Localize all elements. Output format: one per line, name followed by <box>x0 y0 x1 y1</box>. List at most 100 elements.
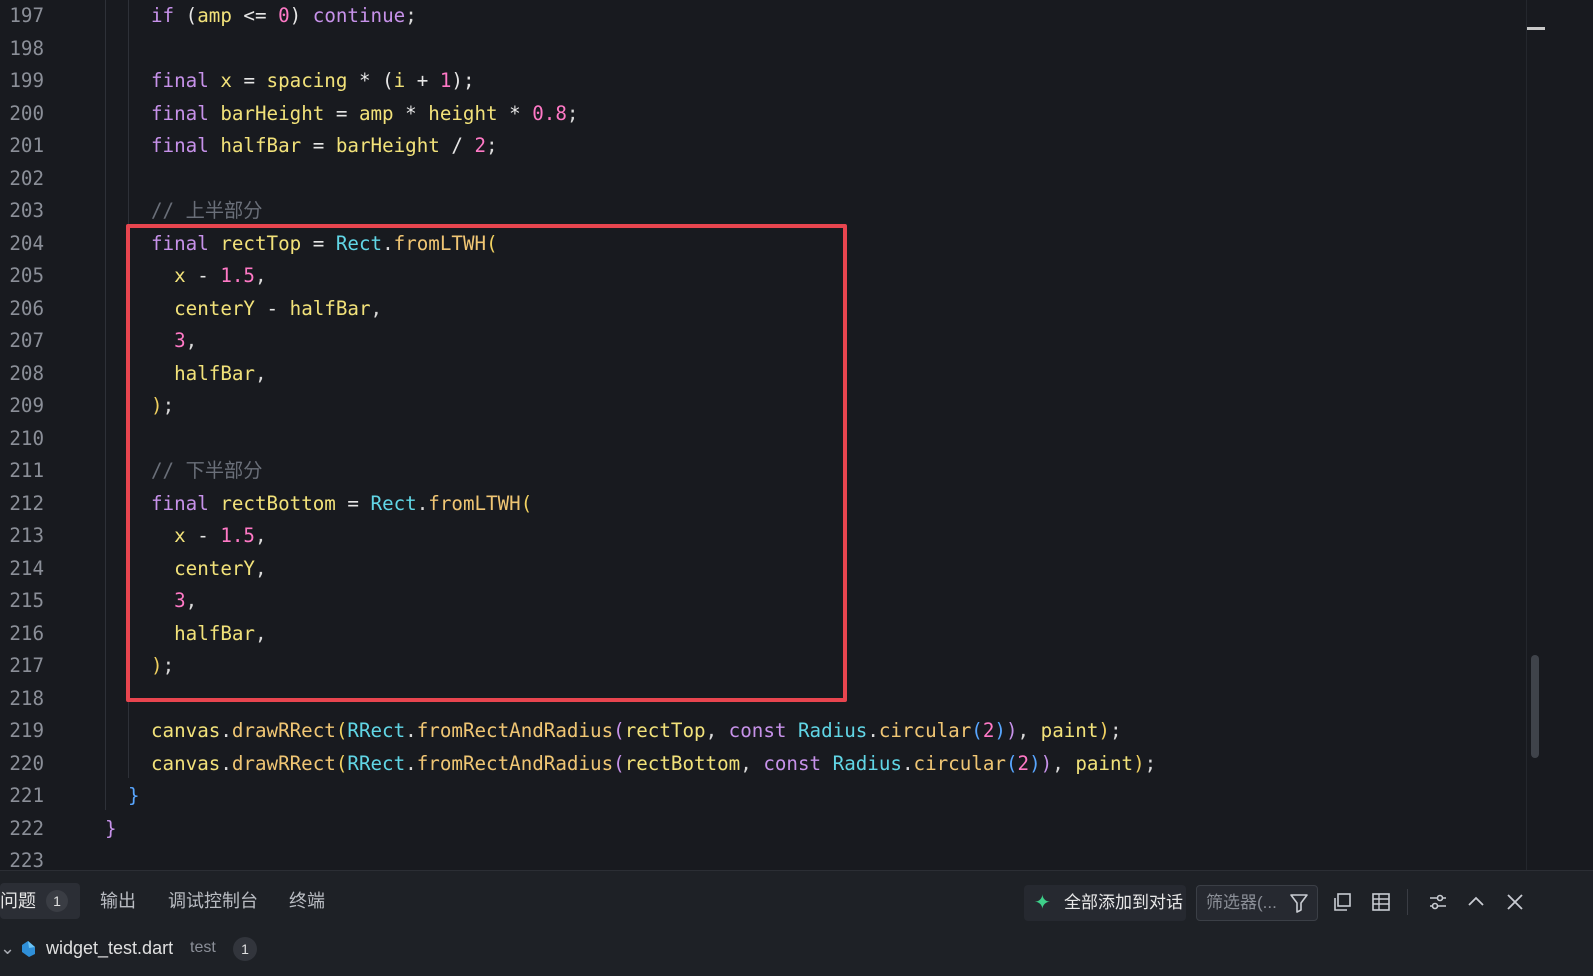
code-token: } <box>105 816 117 840</box>
code-text: final x = spacing * (i + 1); <box>151 64 475 97</box>
filter-icon[interactable] <box>1289 892 1309 914</box>
tab-problems[interactable]: 问题 1 <box>0 883 80 919</box>
code-text: final halfBar = barHeight / 2; <box>151 129 498 162</box>
line-number: 208 <box>9 361 44 385</box>
code-token: + <box>405 69 440 92</box>
problem-file-folder: test <box>190 939 216 956</box>
code-line[interactable]: 201 final halfBar = barHeight / 2; <box>0 129 1540 162</box>
filter-input[interactable]: 筛选器(... <box>1196 885 1318 921</box>
code-token: 2 <box>982 719 995 742</box>
code-token: ) <box>994 719 1006 742</box>
line-number: 205 <box>9 264 44 287</box>
code-token: // 上半部分 <box>151 199 263 222</box>
line-number: 199 <box>9 69 44 92</box>
code-line[interactable]: 221} <box>0 779 1540 812</box>
code-editor[interactable]: 197 if (amp <= 0) continue; 198 199 final x … <box>0 0 1593 885</box>
code-token: ) <box>1005 719 1018 742</box>
problem-file-name: widget_test.dart <box>46 938 174 958</box>
chevron-down-icon[interactable]: ⌄ <box>0 931 15 965</box>
code-token: . <box>867 719 879 742</box>
code-token: , <box>705 719 729 742</box>
code-line[interactable]: 200 final barHeight = amp * height * 0.8; <box>0 97 1540 130</box>
code-token: fromRectAndRadius <box>416 719 614 742</box>
problems-count-badge: 1 <box>46 890 68 912</box>
code-token: ) <box>1029 751 1041 775</box>
code-token: = <box>301 134 336 157</box>
code-token: if <box>151 4 175 27</box>
code-token: final <box>151 134 209 157</box>
tab-terminal[interactable]: 终端 <box>289 883 325 919</box>
code-line[interactable]: 219 canvas.drawRRect(RRect.fromRectAndRad… <box>0 714 1540 747</box>
vertical-scrollbar-thumb[interactable] <box>1531 655 1539 758</box>
code-token: <= <box>231 4 279 27</box>
line-number: 216 <box>9 621 44 645</box>
settings-sliders-icon[interactable] <box>1427 891 1449 913</box>
code-token: / <box>439 134 475 157</box>
code-token: RRect <box>347 751 406 775</box>
close-panel-icon[interactable] <box>1504 891 1526 913</box>
add-all-to-chat-button[interactable]: ✦ 全部添加到对话 <box>1024 885 1186 921</box>
code-line[interactable]: 222} <box>0 812 1540 845</box>
code-token: circular <box>913 751 1006 775</box>
code-line[interactable]: 203 // 上半部分 <box>0 194 1540 227</box>
code-token: . <box>901 751 914 775</box>
problem-file-row[interactable]: ⌄ widget_test.dart test 1 <box>0 931 600 965</box>
code-line[interactable]: 202 <box>0 162 1540 195</box>
toolbar-divider <box>1407 889 1408 915</box>
line-number: 212 <box>9 491 44 515</box>
code-token: paint <box>1075 751 1134 775</box>
code-line[interactable]: 220 canvas.drawRRect(RRect.fromRectAndRad… <box>0 747 1540 780</box>
code-token: ( <box>335 719 348 742</box>
code-token: drawRRect <box>231 719 336 742</box>
code-token: . <box>220 751 232 775</box>
code-token: canvas <box>151 719 221 742</box>
code-token: * ( <box>347 69 394 92</box>
code-token: final <box>151 101 209 125</box>
code-text: } <box>105 812 117 845</box>
code-token: 0 <box>278 4 290 27</box>
line-number: 202 <box>9 166 44 190</box>
code-token: ; <box>486 134 498 157</box>
tab-output[interactable]: 输出 <box>100 883 136 919</box>
code-token: height <box>428 101 498 125</box>
code-token: rectBottom <box>624 751 741 775</box>
code-token: circular <box>878 719 972 742</box>
line-number: 197 <box>9 4 44 27</box>
code-token: barHeight <box>220 101 325 125</box>
code-token: . <box>405 719 417 742</box>
code-token: ; <box>1144 751 1157 775</box>
code-token: ) <box>1133 751 1145 775</box>
code-token: , <box>1017 719 1041 742</box>
line-number: 207 <box>9 329 44 352</box>
line-number: 198 <box>9 36 44 60</box>
code-line[interactable]: 198 <box>0 32 1540 65</box>
maximize-panel-chevron-up-icon[interactable] <box>1465 891 1487 913</box>
code-token: ; <box>566 101 579 125</box>
code-token: spacing <box>266 69 348 92</box>
code-token: ); <box>451 69 475 92</box>
filter-placeholder: 筛选器(... <box>1206 893 1277 912</box>
table-view-icon[interactable] <box>1370 891 1392 913</box>
code-token: } <box>128 784 140 807</box>
code-token: ( <box>1005 751 1018 775</box>
code-token: drawRRect <box>231 751 336 775</box>
code-line[interactable]: 199 final x = spacing * (i + 1); <box>0 64 1540 97</box>
code-token: fromRectAndRadius <box>416 751 614 775</box>
code-text: canvas.drawRRect(RRect.fromRectAndRadius… <box>151 747 1156 780</box>
line-number: 201 <box>9 134 44 157</box>
code-text: // 上半部分 <box>151 194 262 227</box>
code-token: = <box>231 69 267 92</box>
line-number: 217 <box>9 654 44 677</box>
code-token: 1 <box>439 69 452 92</box>
code-token: , <box>1052 751 1076 775</box>
tab-debug-console[interactable]: 调试控制台 <box>168 883 258 919</box>
collapse-all-icon[interactable] <box>1332 891 1354 913</box>
code-token: , <box>740 751 764 775</box>
tab-problems-label: 问题 <box>0 891 36 911</box>
code-token: x <box>220 69 232 92</box>
code-token: final <box>151 69 209 92</box>
code-line[interactable]: 197 if (amp <= 0) continue; <box>0 0 1540 32</box>
code-token: ) <box>1040 751 1053 775</box>
